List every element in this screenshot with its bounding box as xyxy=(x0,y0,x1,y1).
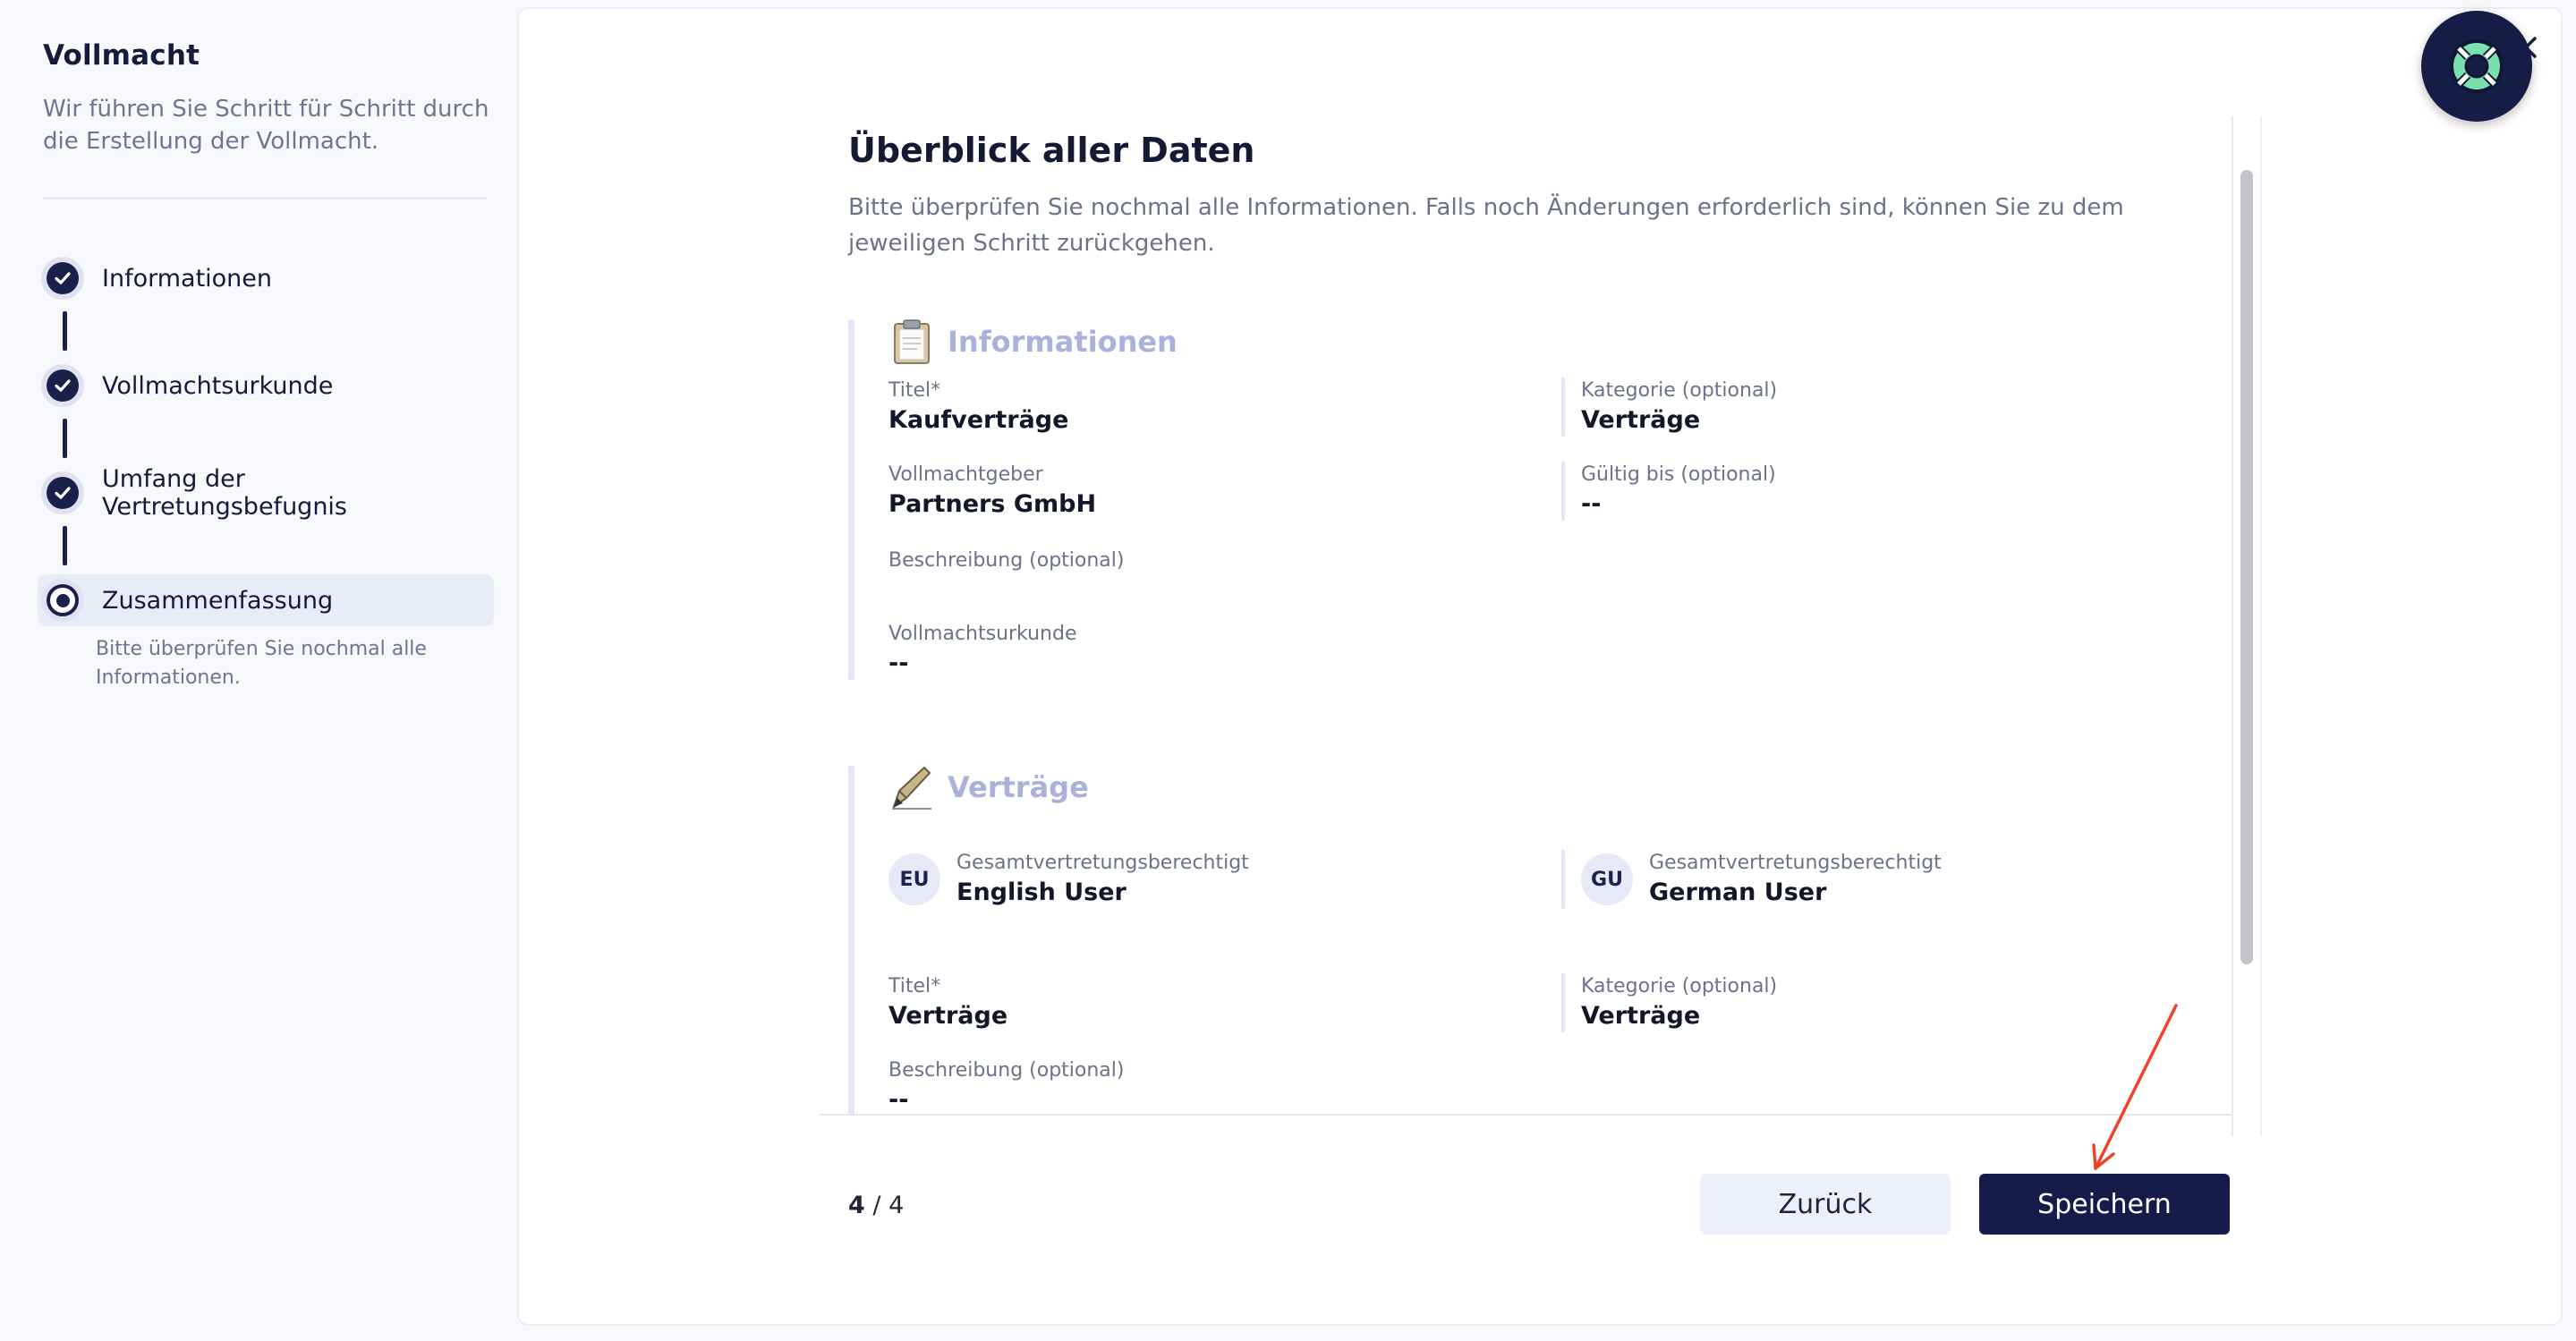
sidebar-subtitle: Wir führen Sie Schritt für Schritt durch… xyxy=(43,96,489,155)
section-informationen: Informationen Titel* Kaufverträge Katego… xyxy=(848,318,2197,680)
field-vollmachtgeber: Vollmachtgeber Partners GmbH xyxy=(888,463,1097,518)
back-button[interactable]: Zurück xyxy=(1700,1174,1951,1235)
annotation-arrow-icon xyxy=(2092,1004,2178,1170)
check-icon xyxy=(47,262,79,294)
pen-icon xyxy=(892,766,931,810)
section-title: Informationen xyxy=(948,325,1177,359)
sidebar-divider xyxy=(43,197,487,199)
overview-title: Überblick aller Daten xyxy=(848,131,1255,170)
user-name: German User xyxy=(1649,878,1827,906)
clipboard-icon xyxy=(894,319,930,364)
step-connector xyxy=(63,311,67,351)
section-header: Informationen xyxy=(890,318,1177,365)
field-vollmachtsurkunde: Vollmachtsurkunde -- xyxy=(888,623,1077,677)
field-titel: Titel* Kaufverträge xyxy=(888,379,1069,434)
sidebar: Vollmacht Wir führen Sie Schritt für Sch… xyxy=(0,0,514,1341)
section-title: Verträge xyxy=(948,770,1089,804)
step-label: Informationen xyxy=(102,264,273,293)
overview-subtitle: Bitte überprüfen Sie nochmal alle Inform… xyxy=(848,194,2124,257)
step-connector xyxy=(63,419,67,458)
step-label: Vollmachtsurkunde xyxy=(102,371,334,400)
step-label: Umfang der Vertretungsbefugnis xyxy=(102,465,347,521)
field-kategorie: Kategorie (optional) Verträge xyxy=(1561,378,1777,437)
step-label: Zusammenfassung xyxy=(102,586,334,615)
check-icon xyxy=(47,369,79,402)
scrollbar-thumb[interactable] xyxy=(2240,170,2253,964)
page-total: 4 xyxy=(888,1192,905,1219)
sidebar-title: Vollmacht xyxy=(43,39,200,72)
section-header: Verträge xyxy=(890,764,1089,811)
overview-scroll-area[interactable]: Überblick aller Daten Bitte überprüfen S… xyxy=(820,116,2232,1116)
step-description: Bitte überprüfen Sie nochmal alle Inform… xyxy=(96,638,427,689)
radio-dot-icon xyxy=(47,584,79,616)
page-separator: / xyxy=(872,1192,881,1219)
page-current: 4 xyxy=(848,1192,865,1219)
field-titel: Titel* Verträge xyxy=(888,975,1008,1030)
step-umfang-der-vertretungsbefugnis[interactable]: Umfang der Vertretungsbefugnis xyxy=(38,465,494,521)
user-role: Gesamtvertretungsberechtigt xyxy=(1649,852,1942,874)
scrollbar-track[interactable] xyxy=(2232,116,2262,1136)
user-name: English User xyxy=(956,878,1126,906)
user-english: EU Gesamtvertretungsberechtigt English U… xyxy=(888,850,1249,909)
step-zusammenfassung[interactable]: Zusammenfassung xyxy=(38,574,494,626)
avatar: EU xyxy=(888,853,940,905)
pagination: 4 / 4 xyxy=(848,1192,904,1219)
step-vollmachtsurkunde[interactable]: Vollmachtsurkunde xyxy=(38,360,494,412)
help-button[interactable] xyxy=(2421,11,2532,122)
user-role: Gesamtvertretungsberechtigt xyxy=(956,852,1249,874)
section-vertraege: Verträge EU Gesamtvertretungsberechtigt … xyxy=(848,764,2197,1114)
save-button[interactable]: Speichern xyxy=(1979,1174,2230,1235)
field-beschreibung: Beschreibung (optional) xyxy=(888,549,1125,572)
step-connector xyxy=(63,526,67,565)
step-informationen[interactable]: Informationen xyxy=(38,252,494,304)
avatar: GU xyxy=(1581,853,1633,905)
field-kategorie: Kategorie (optional) Verträge xyxy=(1561,973,1777,1032)
user-german: GU Gesamtvertretungsberechtigt German Us… xyxy=(1561,850,1942,909)
field-beschreibung: Beschreibung (optional) -- xyxy=(888,1059,1125,1114)
field-gueltig-bis: Gültig bis (optional) -- xyxy=(1561,462,1776,521)
check-icon xyxy=(47,477,79,509)
lifebuoy-icon xyxy=(2450,39,2504,93)
